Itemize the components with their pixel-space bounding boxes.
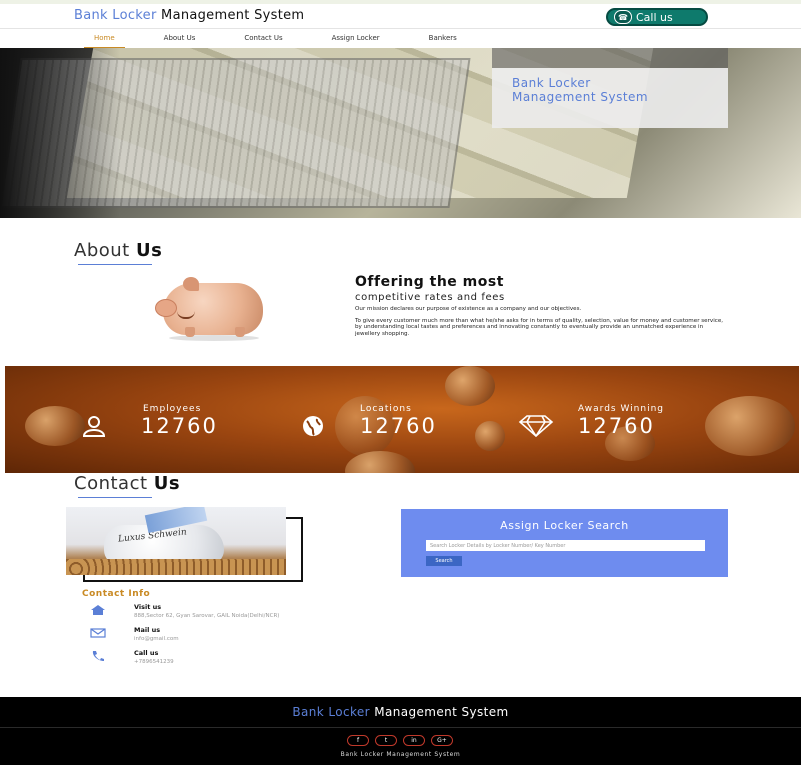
mail-icon (90, 628, 106, 638)
facebook-icon[interactable]: f (347, 735, 369, 746)
home-icon (90, 605, 106, 615)
offer-paragraph-details: To give every customer much more than wh… (355, 318, 724, 337)
contact-title-underline (78, 497, 152, 498)
stat-locations: Locations 12760 (300, 366, 500, 473)
piggy-bank-image (155, 277, 265, 341)
footer-brand: Bank Locker Management System (0, 705, 801, 719)
brand-logo[interactable]: Bank Locker Management System (74, 8, 304, 23)
user-icon (81, 415, 107, 437)
assign-locker-search-panel: Assign Locker Search Search (401, 509, 728, 577)
offer-heading: Offering the most (355, 274, 504, 290)
call-us-button[interactable]: ☎ Call us (606, 8, 708, 26)
stat-value: 12760 (141, 414, 218, 438)
assign-locker-title: Assign Locker Search (500, 519, 629, 532)
about-title-part1: About (74, 240, 130, 261)
stat-employees: Employees 12760 (81, 366, 281, 473)
stats-band: Employees 12760 Locations 12760 Awards W… (5, 366, 799, 473)
footer-brand-part1: Bank Locker (292, 705, 370, 719)
stat-value: 12760 (578, 414, 655, 438)
stat-label: Locations (360, 404, 412, 414)
main-nav: Home About Us Contact Us Assign Locker B… (0, 28, 801, 49)
brand-part2: Management System (161, 8, 305, 23)
footer-divider (0, 727, 801, 728)
nav-item-home[interactable]: Home (84, 29, 125, 49)
hero-banner: Bank Locker Management System (0, 48, 801, 218)
diamond-icon (518, 415, 554, 438)
phone-icon: ☎ (614, 10, 632, 24)
footer-copyright: Bank Locker Management System (340, 751, 461, 758)
header: Bank Locker Management System ☎ Call us (0, 4, 801, 28)
nav-item-about-us[interactable]: About Us (154, 29, 206, 49)
call-us-label: Call us (636, 10, 673, 24)
about-title-underline (78, 264, 152, 265)
contact-section-title: Contact Us (74, 473, 181, 498)
social-links: f t in G+ (347, 735, 459, 746)
brand-part1: Bank Locker (74, 8, 157, 23)
contact-title-part1: Contact (74, 473, 148, 494)
stat-label: Awards Winning (578, 404, 664, 414)
offer-subheading: competitive rates and fees (355, 292, 505, 303)
nav-item-contact-us[interactable]: Contact Us (234, 29, 292, 49)
hero-title-line1: Bank Locker (512, 76, 591, 90)
stat-value: 12760 (360, 414, 437, 438)
about-title-part2: Us (135, 240, 163, 261)
footer-brand-part2: Management System (374, 705, 509, 719)
stat-awards: Awards Winning 12760 (518, 366, 718, 473)
phone-icon (90, 651, 106, 661)
contact-row-value[interactable]: info@gmail.com (134, 636, 179, 642)
search-button[interactable]: Search (426, 556, 462, 566)
twitter-icon[interactable]: t (375, 735, 397, 746)
footer: Bank Locker Management System f t in G+ … (0, 697, 801, 765)
about-section-title: About Us (74, 240, 163, 265)
stat-label: Employees (143, 404, 202, 414)
contact-row-heading: Visit us (134, 603, 162, 611)
hero-title-shade (492, 48, 728, 68)
hero-title-line2: Management System (512, 90, 649, 104)
hero-shadow (0, 48, 120, 218)
contact-row-value: 888,Sector 62, Gyan Sarovar, GAIL Noida(… (134, 613, 280, 619)
globe-icon (300, 415, 326, 437)
locker-search-input[interactable] (426, 540, 705, 551)
nav-item-bankers[interactable]: Bankers (419, 29, 467, 49)
contact-piggy-image: Luxus Schwein (66, 507, 286, 575)
linkedin-icon[interactable]: in (403, 735, 425, 746)
contact-row-value[interactable]: +7896541239 (134, 659, 174, 665)
offer-paragraph-mission: Our mission declares our purpose of exis… (355, 306, 582, 312)
hero-title-box: Bank Locker Management System (492, 68, 728, 128)
page: Bank Locker Management System ☎ Call us … (0, 0, 801, 765)
contact-info-title: Contact Info (82, 589, 151, 599)
contact-title-part2: Us (153, 473, 181, 494)
nav-item-assign-locker[interactable]: Assign Locker (322, 29, 390, 49)
google-plus-icon[interactable]: G+ (431, 735, 453, 746)
contact-row-heading: Mail us (134, 626, 161, 634)
contact-row-heading: Call us (134, 649, 159, 657)
